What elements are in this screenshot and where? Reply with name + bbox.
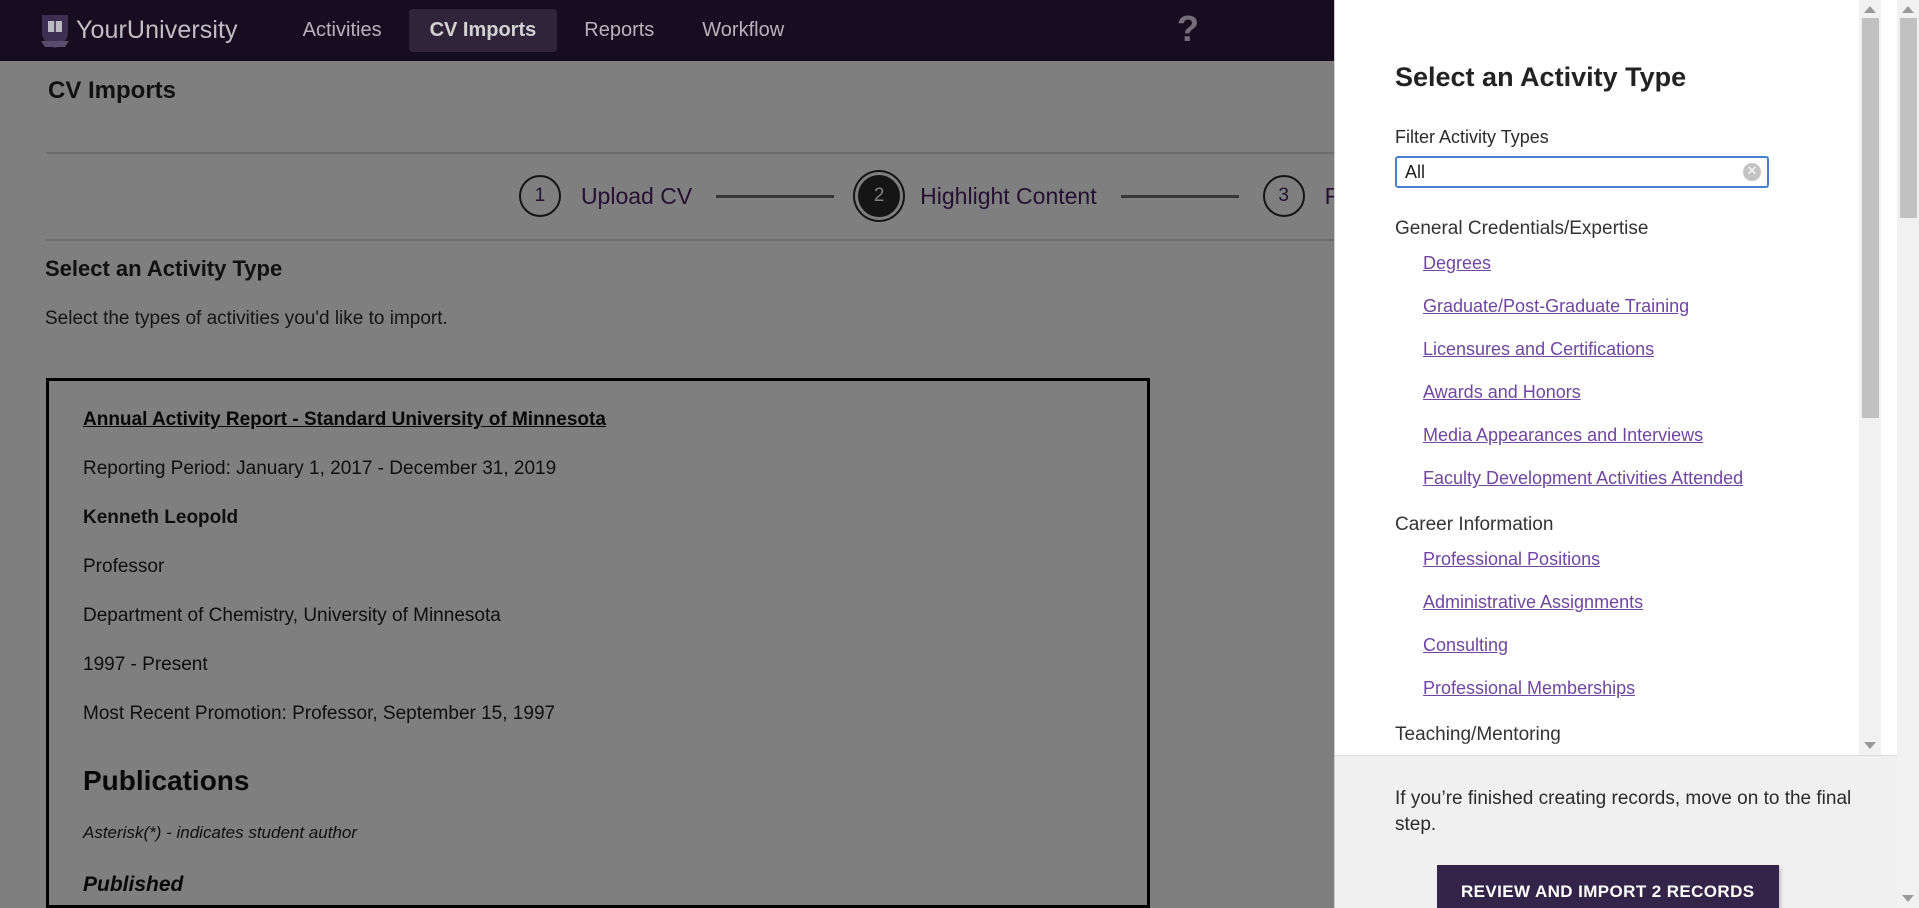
activity-type-drawer: Select an Activity Type Filter Activity … xyxy=(1334,0,1919,908)
clear-circle-icon[interactable]: ✕ xyxy=(1743,163,1761,181)
activity-type-graduate-training[interactable]: Graduate/Post-Graduate Training xyxy=(1423,295,1753,318)
filter-field-wrapper: ✕ xyxy=(1395,156,1769,188)
activity-type-licensures-certifications[interactable]: Licensures and Certifications xyxy=(1423,338,1753,361)
drawer-footer: If you’re finished creating records, mov… xyxy=(1335,755,1919,908)
group-heading-general-credentials: General Credentials/Expertise xyxy=(1395,218,1649,239)
filter-label: Filter Activity Types xyxy=(1395,127,1549,147)
window-scrollbar[interactable] xyxy=(1897,0,1919,908)
drawer-scroll-region[interactable]: Select an Activity Type Filter Activity … xyxy=(1335,0,1919,755)
footer-instruction: If you’re finished creating records, mov… xyxy=(1395,788,1852,835)
group-heading-career-information: Career Information xyxy=(1395,514,1554,536)
activity-type-faculty-development[interactable]: Faculty Development Activities Attended xyxy=(1423,467,1753,490)
window-scrollbar-thumb[interactable] xyxy=(1900,18,1917,218)
modal-scrim[interactable] xyxy=(0,61,1334,908)
drawer-content: Select an Activity Type Filter Activity … xyxy=(1335,0,1860,746)
drawer-title: Select an Activity Type xyxy=(1395,62,1687,92)
scroll-down-arrow-icon[interactable] xyxy=(1864,742,1876,749)
activity-type-administrative-assignments[interactable]: Administrative Assignments xyxy=(1423,591,1753,614)
scroll-fade-mask xyxy=(1335,741,1919,755)
filter-activity-types-input[interactable] xyxy=(1395,156,1769,188)
activity-type-professional-memberships[interactable]: Professional Memberships xyxy=(1423,677,1753,700)
activity-type-professional-positions[interactable]: Professional Positions xyxy=(1423,548,1753,571)
scroll-up-arrow-icon[interactable] xyxy=(1864,6,1876,13)
drawer-scrollbar-thumb[interactable] xyxy=(1862,18,1879,418)
activity-type-awards-honors[interactable]: Awards and Honors xyxy=(1423,381,1753,404)
window-scroll-down-arrow-icon[interactable] xyxy=(1902,895,1914,902)
activity-type-consulting[interactable]: Consulting xyxy=(1423,634,1753,657)
activity-type-degrees[interactable]: Degrees xyxy=(1423,252,1753,275)
modal-scrim-top[interactable] xyxy=(0,0,1334,61)
review-and-import-button[interactable]: REVIEW AND IMPORT 2 RECORDS xyxy=(1437,865,1779,908)
activity-type-media-appearances[interactable]: Media Appearances and Interviews xyxy=(1423,424,1753,447)
app-root: YourUniversity Activities CV Imports Rep… xyxy=(0,0,1919,908)
drawer-scrollbar[interactable] xyxy=(1859,0,1881,755)
window-scroll-up-arrow-icon[interactable] xyxy=(1902,6,1914,13)
